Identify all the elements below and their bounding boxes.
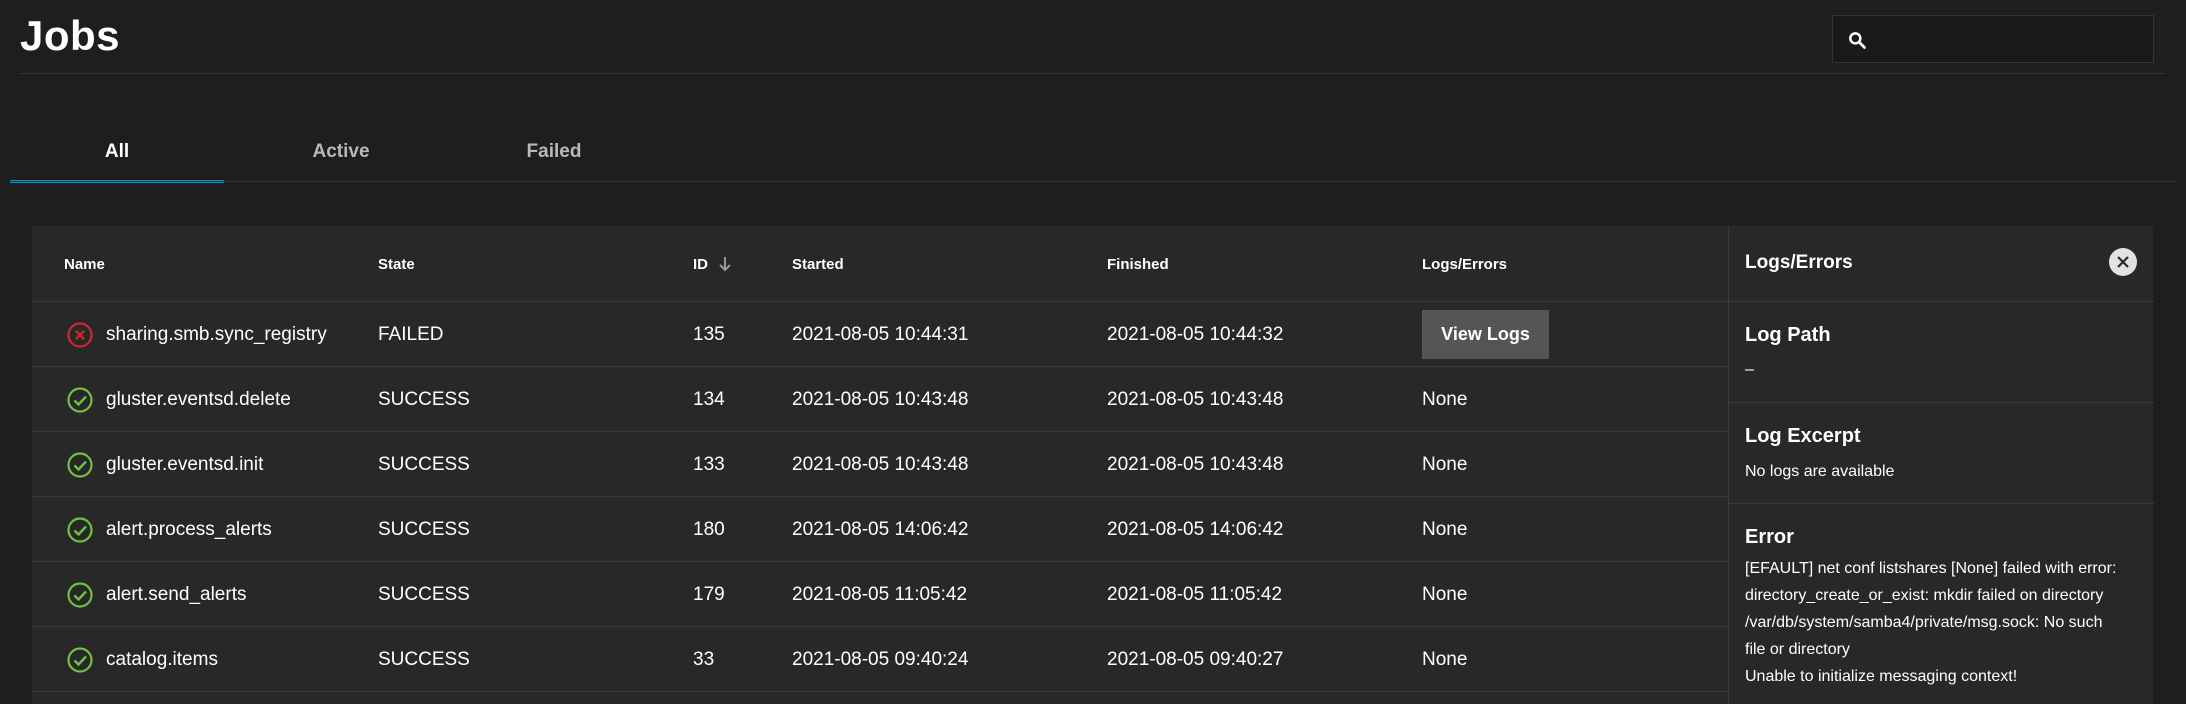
job-logs: None (1422, 453, 1468, 475)
job-finished: 2021-08-05 10:43:48 (1107, 388, 1284, 410)
log-excerpt-heading: Log Excerpt (1745, 425, 1861, 447)
tab-failed[interactable]: Failed (447, 122, 661, 182)
error-line: file or directory (1745, 641, 1850, 658)
view-logs-button[interactable]: View Logs (1422, 310, 1549, 359)
tab-active-label: Active (312, 141, 370, 162)
job-id: 133 (693, 453, 725, 475)
job-finished: 2021-08-05 09:40:27 (1107, 648, 1284, 670)
panel-header: Logs/Errors (1729, 226, 2154, 302)
table-row[interactable]: sharing.smb.sync_registry FAILED 135 202… (32, 302, 1728, 367)
column-header-name[interactable]: Name (64, 226, 105, 302)
error-circle-icon (67, 321, 93, 348)
log-excerpt-section: Log Excerpt No logs are available (1729, 403, 2154, 504)
check-circle-icon (67, 386, 93, 413)
table-row[interactable]: alert.send_alerts SUCCESS 179 2021-08-05… (32, 562, 1728, 627)
check-circle-icon (67, 581, 93, 608)
job-finished: 2021-08-05 14:06:42 (1107, 518, 1284, 540)
job-started: 2021-08-05 10:44:31 (792, 323, 969, 345)
column-header-id-label: ID (693, 255, 708, 273)
job-name: sharing.smb.sync_registry (106, 323, 327, 345)
job-name: gluster.eventsd.init (106, 453, 264, 475)
tab-all-label: All (104, 141, 130, 162)
column-header-id[interactable]: ID (693, 226, 732, 302)
job-state: FAILED (378, 323, 444, 345)
job-state: SUCCESS (378, 388, 470, 410)
jobs-table: Name State ID Started Finished Logs/Erro… (32, 226, 1728, 704)
error-section: Error [EFAULT] net conf listshares [None… (1729, 504, 2154, 704)
job-state: SUCCESS (378, 583, 470, 605)
job-name-cell: gluster.eventsd.init (66, 432, 263, 497)
page-title: Jobs (20, 12, 121, 59)
job-started: 2021-08-05 09:40:24 (792, 648, 969, 670)
column-header-started[interactable]: Started (792, 226, 844, 302)
error-line: Unable to initialize messaging context! (1745, 668, 2018, 685)
close-panel-button[interactable] (2109, 248, 2137, 276)
search-icon (1849, 32, 1866, 49)
job-name-cell: sharing.smb.sync_registry (66, 302, 327, 367)
job-finished: 2021-08-05 10:43:48 (1107, 453, 1284, 475)
table-header: Name State ID Started Finished Logs/Erro… (32, 226, 1728, 302)
log-path-value: – (1745, 361, 1754, 378)
job-id: 134 (693, 388, 725, 410)
job-started: 2021-08-05 11:05:42 (792, 583, 968, 605)
job-id: 33 (693, 648, 715, 670)
job-name-cell: alert.process_alerts (66, 497, 272, 562)
check-circle-icon (67, 451, 93, 478)
tab-all[interactable]: All (10, 122, 224, 183)
jobs-page: Jobs All Active Failed Name State ID Sta… (0, 0, 2186, 704)
job-name: alert.send_alerts (106, 583, 247, 605)
column-header-state[interactable]: State (378, 226, 415, 302)
search-input[interactable] (1877, 16, 2147, 62)
tab-failed-label: Failed (526, 141, 582, 162)
job-id: 180 (693, 518, 725, 540)
job-name-cell: catalog.items (66, 627, 218, 692)
job-state: SUCCESS (378, 518, 470, 540)
column-header-finished[interactable]: Finished (1107, 226, 1169, 302)
logs-errors-panel: Logs/Errors Log Path – Log Excerpt No lo… (1728, 226, 2154, 704)
job-logs: None (1422, 518, 1468, 540)
job-state: SUCCESS (378, 648, 470, 670)
error-line: directory_create_or_exist: mkdir failed … (1745, 587, 2104, 604)
table-row[interactable]: catalog.items SUCCESS 33 2021-08-05 09:4… (32, 627, 1728, 692)
job-state: SUCCESS (378, 453, 470, 475)
tab-bar: All Active Failed (10, 122, 2176, 183)
job-logs: None (1422, 583, 1468, 605)
error-line: /var/db/system/samba4/private/msg.sock: … (1745, 614, 2103, 631)
job-logs: None (1422, 388, 1468, 410)
panel-title: Logs/Errors (1745, 252, 1853, 273)
table-row[interactable]: gluster.eventsd.delete SUCCESS 134 2021-… (32, 367, 1728, 432)
tab-active[interactable]: Active (234, 122, 448, 182)
header-divider (20, 73, 2166, 74)
job-name: gluster.eventsd.delete (106, 388, 291, 410)
error-message: [EFAULT] net conf listshares [None] fail… (1745, 555, 2145, 690)
search-box[interactable] (1832, 15, 2154, 63)
job-name: catalog.items (106, 648, 218, 670)
log-excerpt-value: No logs are available (1745, 463, 1895, 480)
job-finished: 2021-08-05 11:05:42 (1107, 583, 1283, 605)
job-started: 2021-08-05 14:06:42 (792, 518, 969, 540)
job-name-cell: gluster.eventsd.delete (66, 367, 291, 432)
table-row[interactable]: gluster.eventsd.init SUCCESS 133 2021-08… (32, 432, 1728, 497)
column-header-logs[interactable]: Logs/Errors (1422, 226, 1507, 302)
job-logs-cell: View Logs (1422, 302, 1549, 367)
job-name-cell: alert.send_alerts (66, 562, 246, 627)
log-path-section: Log Path – (1729, 302, 2154, 403)
job-finished: 2021-08-05 10:44:32 (1107, 323, 1284, 345)
table-row[interactable]: alert.process_alerts SUCCESS 180 2021-08… (32, 497, 1728, 562)
job-started: 2021-08-05 10:43:48 (792, 388, 969, 410)
job-name: alert.process_alerts (106, 518, 272, 540)
job-id: 179 (693, 583, 725, 605)
job-logs: None (1422, 648, 1468, 670)
check-circle-icon (67, 516, 93, 543)
error-line: [EFAULT] net conf listshares [None] fail… (1745, 560, 2117, 577)
sort-arrow-down-icon[interactable] (718, 256, 732, 272)
close-icon (2117, 256, 2129, 268)
check-circle-icon (67, 646, 93, 673)
job-id: 135 (693, 323, 725, 345)
job-started: 2021-08-05 10:43:48 (792, 453, 969, 475)
error-heading: Error (1745, 526, 1794, 548)
log-path-heading: Log Path (1745, 324, 1831, 346)
tabs-divider (10, 181, 2176, 182)
